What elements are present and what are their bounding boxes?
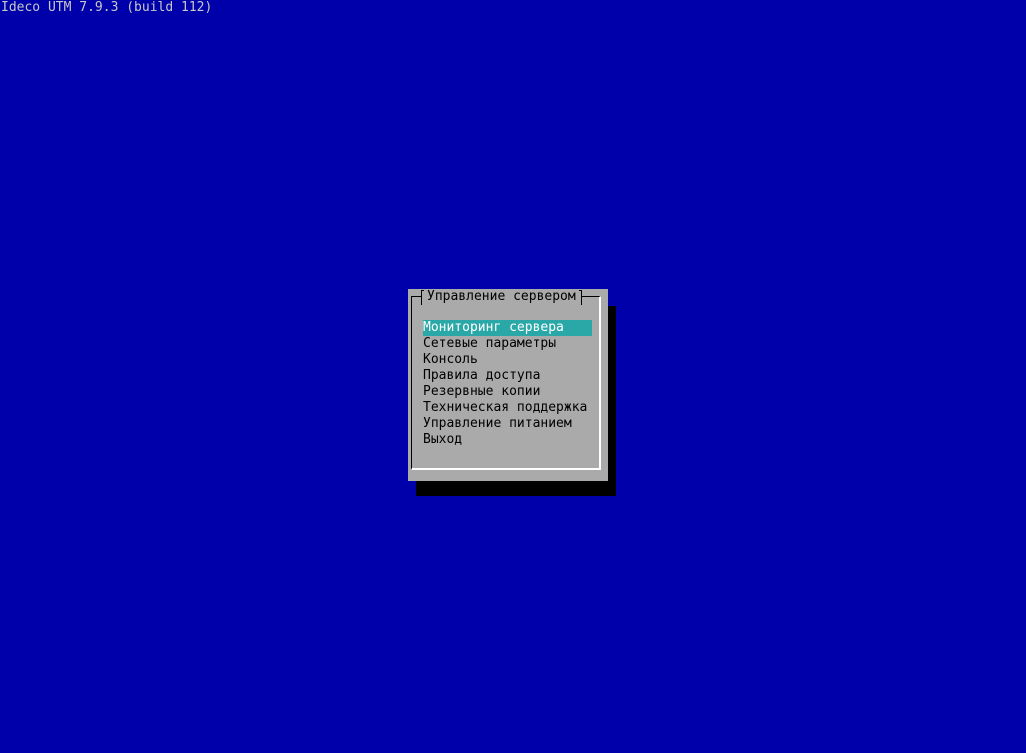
server-menu: Мониторинг сервера Сетевые параметры Кон… (423, 320, 592, 448)
menu-item-access-rules[interactable]: Правила доступа (423, 368, 592, 384)
app-version-title: Ideco UTM 7.9.3 (build 112) (1, 0, 213, 15)
menu-item-tech-support[interactable]: Техническая поддержка (423, 400, 592, 416)
menu-item-exit[interactable]: Выход (423, 432, 592, 448)
dialog-title: Управление сервером (421, 289, 582, 305)
menu-item-backups[interactable]: Резервные копии (423, 384, 592, 400)
menu-item-network-settings[interactable]: Сетевые параметры (423, 336, 592, 352)
menu-item-console[interactable]: Консоль (423, 352, 592, 368)
menu-item-power-management[interactable]: Управление питанием (423, 416, 592, 432)
menu-item-server-monitoring[interactable]: Мониторинг сервера (423, 320, 592, 336)
server-management-dialog: Управление сервером Мониторинг сервера С… (408, 289, 608, 481)
